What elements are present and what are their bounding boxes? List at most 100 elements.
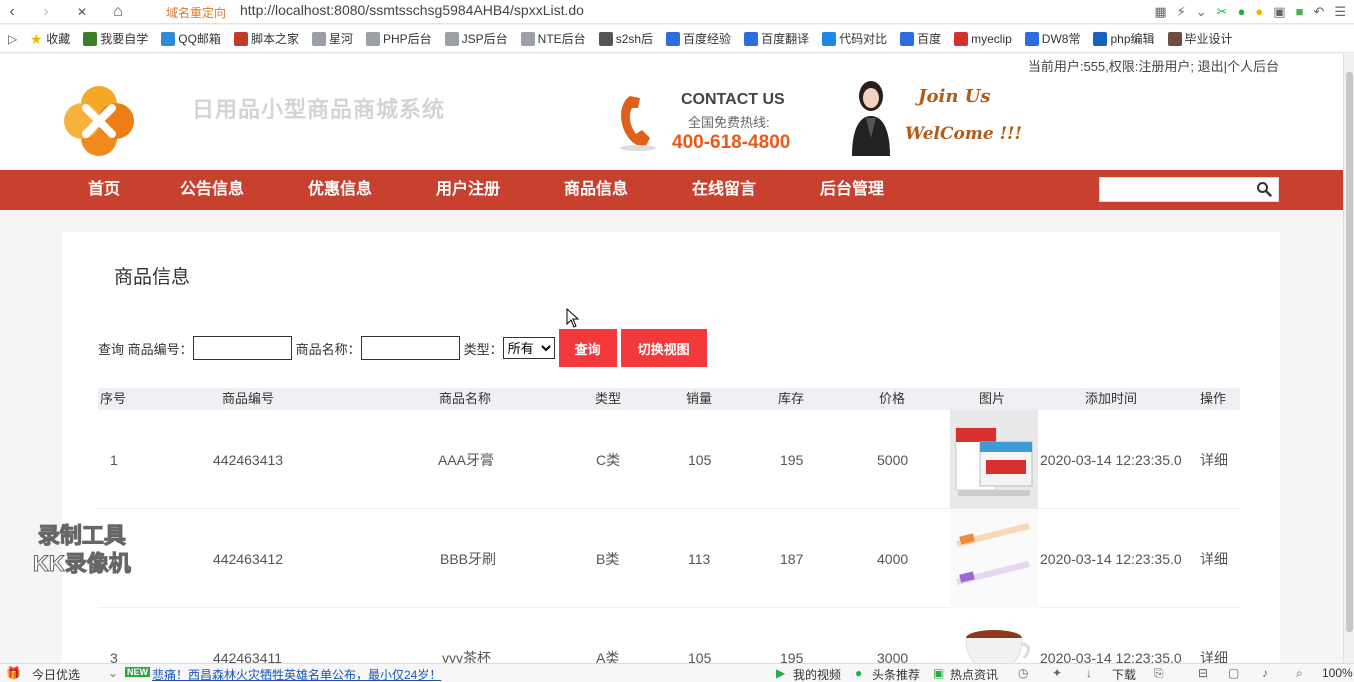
bookmark-item[interactable]: QQ邮箱: [161, 30, 221, 47]
nav-item-announcements[interactable]: 公告信息: [180, 170, 244, 210]
toothpaste-image[interactable]: [950, 410, 1038, 509]
bookmark-item[interactable]: DW8常: [1024, 30, 1080, 47]
bookmark-item[interactable]: 百度: [900, 30, 941, 47]
search-icon[interactable]: [1256, 181, 1272, 197]
history-icon[interactable]: ◷: [1018, 666, 1028, 680]
bookmark-item[interactable]: 代码对比: [822, 30, 887, 47]
nav-item-promotions[interactable]: 优惠信息: [308, 170, 372, 210]
download-icon[interactable]: ↓: [1086, 666, 1092, 680]
col-image: 图片: [979, 391, 1006, 406]
hot-news[interactable]: 热点资讯: [950, 666, 998, 682]
video-icon[interactable]: ▶: [776, 666, 785, 680]
type-label: 类型：: [463, 341, 503, 357]
product-code-input[interactable]: [192, 336, 292, 360]
cell-type: B类: [596, 551, 620, 567]
volume-icon[interactable]: ♪: [1262, 666, 1268, 680]
sidebar-toggle-icon[interactable]: ▷: [8, 32, 17, 46]
bookmark-item[interactable]: 百度经验: [666, 30, 731, 47]
bookmark-item[interactable]: 星河: [311, 30, 353, 47]
detail-link[interactable]: 详细: [1200, 450, 1228, 470]
bookmark-item[interactable]: 百度翻译: [744, 30, 809, 47]
col-action: 操作: [1200, 391, 1227, 406]
browser-status-bar: 🎁 今日优选 ⌄ NEW 悲痛！西昌森林火灾牺牲英雄名单公布，最小仅24岁！ ▶…: [0, 663, 1354, 682]
toggle-view-button[interactable]: 切换视图: [620, 329, 707, 367]
chevron-down-icon[interactable]: ⌄: [1196, 2, 1207, 22]
col-stock: 库存: [778, 391, 805, 406]
today-picks[interactable]: 今日优选: [32, 666, 80, 682]
bookmark-item[interactable]: myeclip: [954, 31, 1012, 46]
cell-stock: 195: [780, 650, 804, 663]
content-panel: 商品信息 查询 商品编号： 商品名称： 类型： 所有 查询 切换视图 序号 商品…: [62, 232, 1280, 663]
nav-search-input[interactable]: [1099, 177, 1279, 202]
nav-item-home[interactable]: 首页: [88, 170, 120, 210]
bookmark-item[interactable]: NTE后台: [520, 30, 586, 47]
home-icon[interactable]: ⌂: [108, 2, 128, 22]
type-select[interactable]: 所有: [502, 337, 555, 359]
nav-item-admin[interactable]: 后台管理: [820, 170, 884, 210]
download-label[interactable]: 下载: [1112, 666, 1136, 682]
cell-type: C类: [596, 452, 621, 468]
nav-item-register[interactable]: 用户注册: [436, 170, 500, 210]
cell-name: BBB牙刷: [440, 551, 497, 567]
bookmark-item[interactable]: 我要自学: [83, 30, 148, 47]
web-page: 当前用户:555,权限:注册用户; 退出|个人后台 日用品小型商品商城系统 CO…: [0, 54, 1343, 663]
split-icon[interactable]: ⊟: [1198, 666, 1208, 680]
refresh-icon[interactable]: ✕: [72, 2, 92, 22]
bookmark-item[interactable]: 毕业设计: [1167, 30, 1233, 47]
window-icon[interactable]: ▢: [1228, 666, 1239, 680]
bookmark-item[interactable]: s2sh后: [598, 30, 653, 47]
news-ticker[interactable]: 悲痛！西昌森林火灾牺牲英雄名单公布，最小仅24岁！: [152, 666, 441, 682]
join-us-text: Join Us: [918, 86, 991, 107]
nav-item-products[interactable]: 商品信息: [564, 170, 628, 210]
phone-icon: [620, 96, 656, 151]
scrollbar-thumb[interactable]: [1346, 72, 1353, 632]
play-icon[interactable]: ●: [855, 666, 862, 680]
bookmark-label: 我要自学: [100, 32, 149, 46]
gift-icon[interactable]: 🎁: [6, 666, 21, 680]
back-icon[interactable]: ‹: [2, 2, 22, 22]
bookmark-item[interactable]: PHP后台: [365, 30, 432, 47]
zoom-level[interactable]: 100%: [1322, 666, 1353, 680]
bookmark-item[interactable]: php编辑: [1093, 30, 1155, 47]
user-info[interactable]: 当前用户:555,权限:注册用户; 退出|个人后台: [1028, 56, 1279, 75]
forward-icon[interactable]: ›: [36, 2, 56, 22]
search-button[interactable]: 查询: [558, 329, 617, 367]
apps-icon[interactable]: ■: [1296, 2, 1304, 22]
coin-icon[interactable]: ●: [1255, 2, 1263, 22]
undo-icon[interactable]: ↶: [1313, 2, 1324, 22]
cell-code: 442463411: [213, 650, 283, 663]
detail-link[interactable]: 详细: [1200, 648, 1228, 663]
qr-icon[interactable]: ▦: [1154, 2, 1166, 22]
news-icon[interactable]: ▣: [933, 666, 944, 680]
teacup-image[interactable]: [950, 608, 1038, 663]
reader-icon[interactable]: ⎘: [1154, 666, 1164, 681]
contact-subtitle: 全国免费热线:: [688, 115, 770, 130]
bookmarks-bar: ▷ ★ 收藏 我要自学 QQ邮箱 脚本之家 星河 PHP后台 JSP后台 NTE后台 s2sh后 百…: [0, 25, 1354, 53]
my-video[interactable]: 我的视频: [793, 666, 841, 682]
headline-recommend[interactable]: 头条推荐: [872, 666, 920, 682]
cell-price: 4000: [877, 551, 909, 567]
bookmark-label: QQ邮箱: [178, 32, 221, 46]
main-nav: 首页 公告信息 优惠信息 用户注册 商品信息 在线留言 后台管理: [0, 170, 1343, 210]
bookmark-item[interactable]: 脚本之家: [233, 30, 299, 47]
url-field[interactable]: http://localhost:8080/ssmtsschsg5984AHB4…: [240, 2, 584, 18]
product-name-input[interactable]: [360, 336, 460, 360]
bookmark-item[interactable]: ★ 收藏: [29, 30, 70, 47]
scissors-icon[interactable]: ✂: [1217, 2, 1228, 22]
zoom-icon[interactable]: ⌕: [1296, 666, 1303, 681]
extension-icon[interactable]: ✦: [1052, 666, 1062, 680]
page-scrollbar[interactable]: [1343, 54, 1354, 663]
nav-item-messages[interactable]: 在线留言: [692, 170, 756, 210]
toothbrush-image[interactable]: [950, 509, 1038, 608]
menu-icon[interactable]: ☰: [1334, 2, 1346, 22]
bookmark-icon: [520, 31, 535, 46]
lightning-icon[interactable]: ⚡: [1177, 2, 1186, 22]
bookmark-item[interactable]: JSP后台: [444, 30, 508, 47]
detail-link[interactable]: 详细: [1200, 549, 1228, 569]
translate-icon[interactable]: ●: [1238, 2, 1246, 22]
contact-phone: 400-618-4800: [672, 132, 791, 153]
chevron-down-icon[interactable]: ⌄: [108, 666, 118, 680]
welcome-text: WelCome !!!: [905, 124, 1022, 144]
bookmark-label: 毕业设计: [1184, 32, 1233, 46]
image-icon[interactable]: ▣: [1273, 2, 1285, 22]
